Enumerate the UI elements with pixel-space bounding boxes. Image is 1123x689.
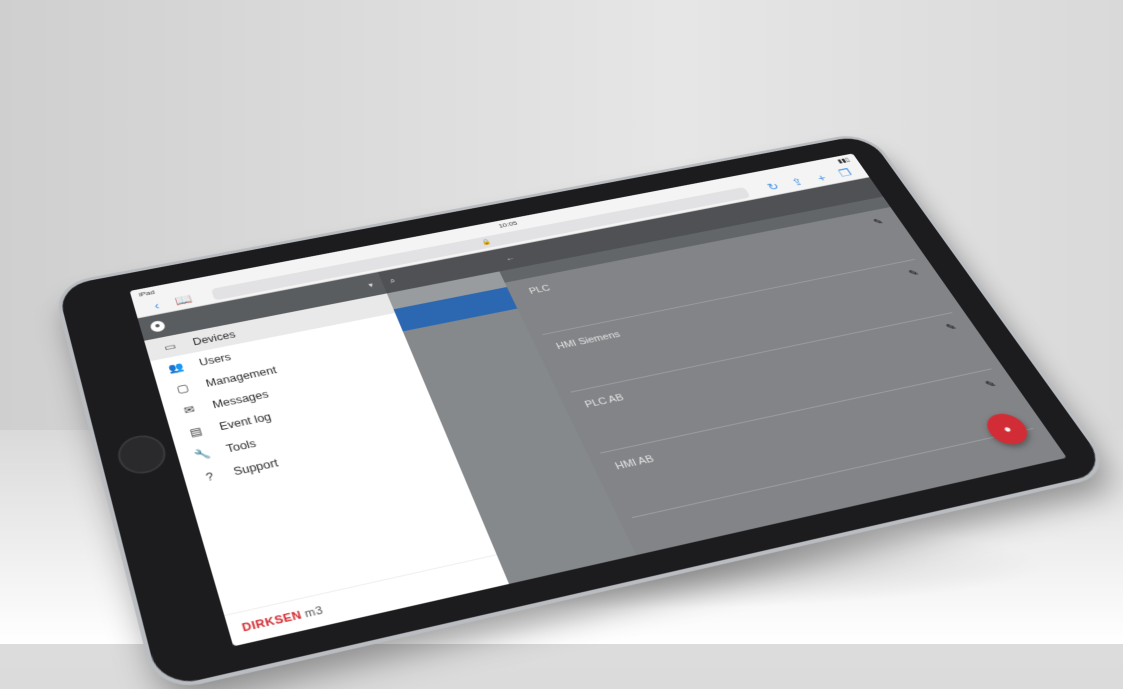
management-icon: ▢	[172, 381, 194, 396]
sidebar-item-label: Users	[198, 351, 233, 368]
battery-icon: ▮▮▯	[836, 156, 851, 164]
devices-icon: ▭	[160, 339, 181, 353]
lock-icon: 🔒	[480, 238, 494, 246]
sidebar-item-label: Tools	[225, 437, 258, 455]
device-name: PLC AB	[583, 393, 625, 410]
chevron-down-icon[interactable]: ▾	[367, 281, 375, 290]
device-name: PLC	[528, 284, 552, 297]
support-icon: ?	[198, 469, 221, 485]
brand-suffix: m3	[303, 604, 325, 620]
messages-icon: ✉	[178, 402, 200, 417]
edit-icon[interactable]: ✎	[944, 321, 959, 332]
edit-icon[interactable]: ✎	[983, 378, 999, 390]
search-icon[interactable]: ⌕	[388, 276, 397, 285]
brand-name: DIRKSEN	[241, 609, 304, 634]
back-arrow-icon[interactable]: ←	[504, 252, 522, 262]
users-icon: 👥	[166, 360, 187, 374]
user-icon: ●	[149, 320, 166, 333]
device-name: HMI AB	[613, 454, 656, 472]
edit-icon[interactable]: ✎	[871, 217, 885, 227]
edit-icon[interactable]: ✎	[907, 268, 922, 279]
sidebar-item-label: Support	[232, 456, 280, 477]
device-name: HMI Siemens	[555, 330, 622, 352]
tools-icon: 🔧	[191, 446, 213, 462]
chevron-left-icon[interactable]: ‹	[141, 297, 172, 314]
event-log-icon: ▤	[185, 424, 207, 439]
book-icon[interactable]: 📖	[168, 291, 199, 308]
plus-icon: ●	[1000, 423, 1015, 436]
